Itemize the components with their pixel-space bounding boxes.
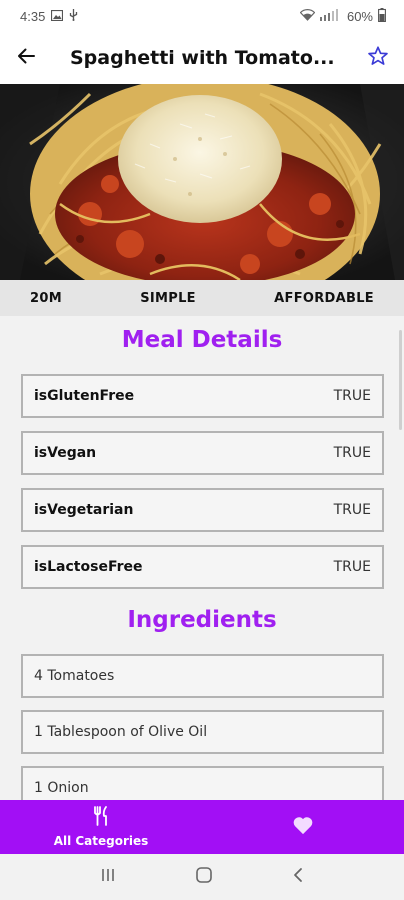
detail-key: isVegetarian xyxy=(34,502,134,518)
status-bar: 4:35 60% xyxy=(0,0,404,32)
image-icon xyxy=(51,9,64,24)
back-nav-button[interactable] xyxy=(292,867,304,888)
signal-icon xyxy=(319,8,342,24)
meal-complexity: SIMPLE xyxy=(140,290,196,306)
star-outline-icon xyxy=(367,45,389,72)
meal-duration: 20M xyxy=(30,290,62,306)
detail-value: TRUE xyxy=(333,388,371,404)
meal-detail-row: isLactoseFree TRUE xyxy=(21,545,384,589)
status-time: 4:35 xyxy=(20,8,46,24)
bottom-navigation: All Categories xyxy=(0,800,404,854)
detail-value: TRUE xyxy=(333,559,371,575)
nav-favorites[interactable] xyxy=(202,800,404,854)
system-navigation xyxy=(0,854,404,900)
heart-icon xyxy=(292,815,314,840)
nav-all-categories[interactable]: All Categories xyxy=(0,800,202,854)
meal-detail-row: isGlutenFree TRUE xyxy=(21,374,384,418)
wifi-icon xyxy=(299,8,316,24)
detail-key: isLactoseFree xyxy=(34,559,143,575)
home-button[interactable] xyxy=(195,866,213,889)
ingredients-title: Ingredients xyxy=(127,607,277,633)
meal-details-title: Meal Details xyxy=(121,327,283,353)
ingredient-item: 4 Tomatoes xyxy=(21,654,384,698)
usb-icon xyxy=(69,8,78,24)
scrollbar[interactable] xyxy=(399,330,402,430)
nav-all-categories-label: All Categories xyxy=(53,834,149,848)
back-button[interactable] xyxy=(0,32,52,84)
page-title: Spaghetti with Tomato... xyxy=(70,47,335,69)
detail-value: TRUE xyxy=(333,502,371,518)
ingredient-item: 1 Tablespoon of Olive Oil xyxy=(21,710,384,754)
status-right: 60% xyxy=(299,7,386,25)
screen: 4:35 60% Spaghetti with Tomato... 20M SI… xyxy=(0,0,404,900)
app-bar: Spaghetti with Tomato... xyxy=(0,32,404,84)
meal-info-bar: 20M SIMPLE AFFORDABLE xyxy=(0,280,404,316)
battery-icon xyxy=(378,7,386,25)
detail-key: isGlutenFree xyxy=(34,388,135,404)
meal-detail-row: isVegetarian TRUE xyxy=(21,488,384,532)
battery-percent: 60% xyxy=(346,8,373,24)
arrow-left-icon xyxy=(17,48,35,69)
cutlery-icon xyxy=(92,806,110,831)
detail-key: isVegan xyxy=(34,445,97,461)
meal-detail-row: isVegan TRUE xyxy=(21,431,384,475)
favorite-button[interactable] xyxy=(352,32,404,84)
recent-apps-button[interactable] xyxy=(100,867,116,888)
meal-affordability: AFFORDABLE xyxy=(274,290,374,306)
status-left: 4:35 xyxy=(20,8,78,24)
detail-value: TRUE xyxy=(333,445,371,461)
meal-image xyxy=(0,84,404,280)
